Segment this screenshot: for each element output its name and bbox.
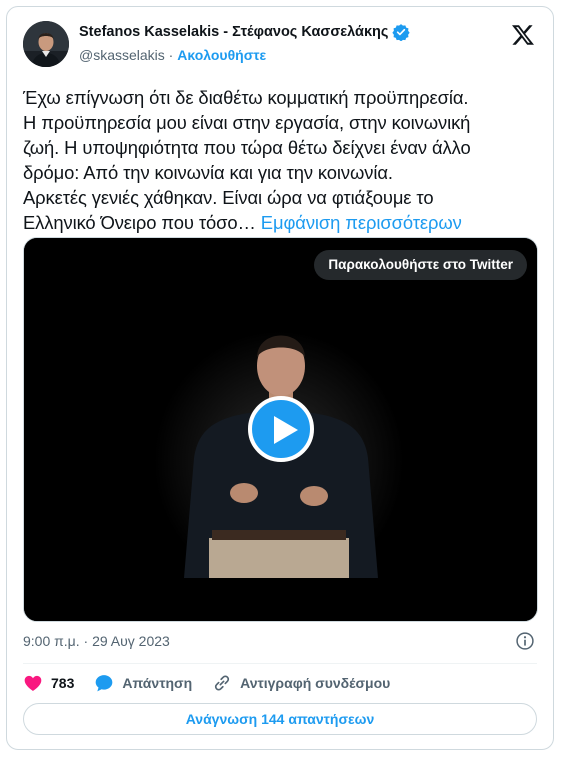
tweet-text-line: Η προϋπηρεσία μου είναι στην εργασία, στ… bbox=[23, 112, 471, 133]
author-display-name[interactable]: Stefanos Kasselakis - Στέφανος Κασσελάκη… bbox=[79, 24, 388, 40]
read-replies-button[interactable]: Ανάγνωση 144 απαντήσεων bbox=[23, 703, 537, 735]
author-handle[interactable]: @skasselakis bbox=[79, 47, 165, 63]
heart-icon bbox=[24, 675, 42, 691]
info-icon[interactable] bbox=[515, 631, 535, 651]
tweet-actions: 783 Απάντηση Αντιγραφή συνδέσμου bbox=[23, 673, 390, 693]
show-more-link[interactable]: Εμφάνιση περισσότερων bbox=[261, 212, 462, 233]
tweet-text-line: Ελληνικό Όνειρο που τόσο… bbox=[23, 212, 256, 233]
play-icon bbox=[274, 416, 298, 444]
copy-link-button[interactable]: Αντιγραφή συνδέσμου bbox=[212, 673, 390, 693]
follow-button[interactable]: Ακολουθήστε bbox=[177, 47, 266, 63]
x-logo-icon[interactable] bbox=[511, 23, 535, 47]
avatar[interactable] bbox=[23, 21, 69, 67]
tweet-text-line: ζωή. Η υποψηφιότητα που τώρα θέτω δείχνε… bbox=[23, 137, 471, 158]
reply-label: Απάντηση bbox=[122, 675, 193, 691]
play-button[interactable] bbox=[248, 396, 314, 462]
handle-separator: · bbox=[164, 47, 178, 63]
speech-bubble-icon bbox=[96, 675, 113, 692]
reply-button[interactable]: Απάντηση bbox=[94, 673, 192, 693]
link-icon bbox=[215, 675, 230, 691]
tweet-card: Stefanos Kasselakis - Στέφανος Κασσελάκη… bbox=[6, 6, 554, 750]
verified-badge-icon bbox=[392, 24, 411, 41]
tweet-timestamp[interactable]: 9:00 π.μ. · 29 Αυγ 2023 bbox=[23, 633, 170, 649]
copy-link-label: Αντιγραφή συνδέσμου bbox=[240, 675, 391, 691]
watch-on-twitter-button[interactable]: Παρακολουθήστε στο Twitter bbox=[314, 250, 527, 280]
video-player[interactable]: Παρακολουθήστε στο Twitter bbox=[23, 237, 538, 622]
tweet-text-line: δρόμο: Από την κοινωνία και για την κοιν… bbox=[23, 162, 393, 183]
tweet-text-line: Αρκετές γενιές χάθηκαν. Είναι ώρα να φτι… bbox=[23, 187, 434, 208]
tweet-text-last-line: Ελληνικό Όνειρο που τόσο… Εμφάνιση περισ… bbox=[23, 210, 543, 235]
handle-row: @skasselakis · Ακολουθήστε bbox=[79, 47, 266, 63]
tweet-text-line: Έχω επίγνωση ότι δε διαθέτω κομματική πρ… bbox=[23, 87, 469, 108]
like-count: 783 bbox=[51, 675, 75, 691]
tweet-text: Έχω επίγνωση ότι δε διαθέτω κομματική πρ… bbox=[23, 85, 543, 235]
author-name-row: Stefanos Kasselakis - Στέφανος Κασσελάκη… bbox=[79, 23, 411, 41]
divider bbox=[23, 663, 537, 664]
like-button[interactable]: 783 bbox=[23, 673, 74, 693]
